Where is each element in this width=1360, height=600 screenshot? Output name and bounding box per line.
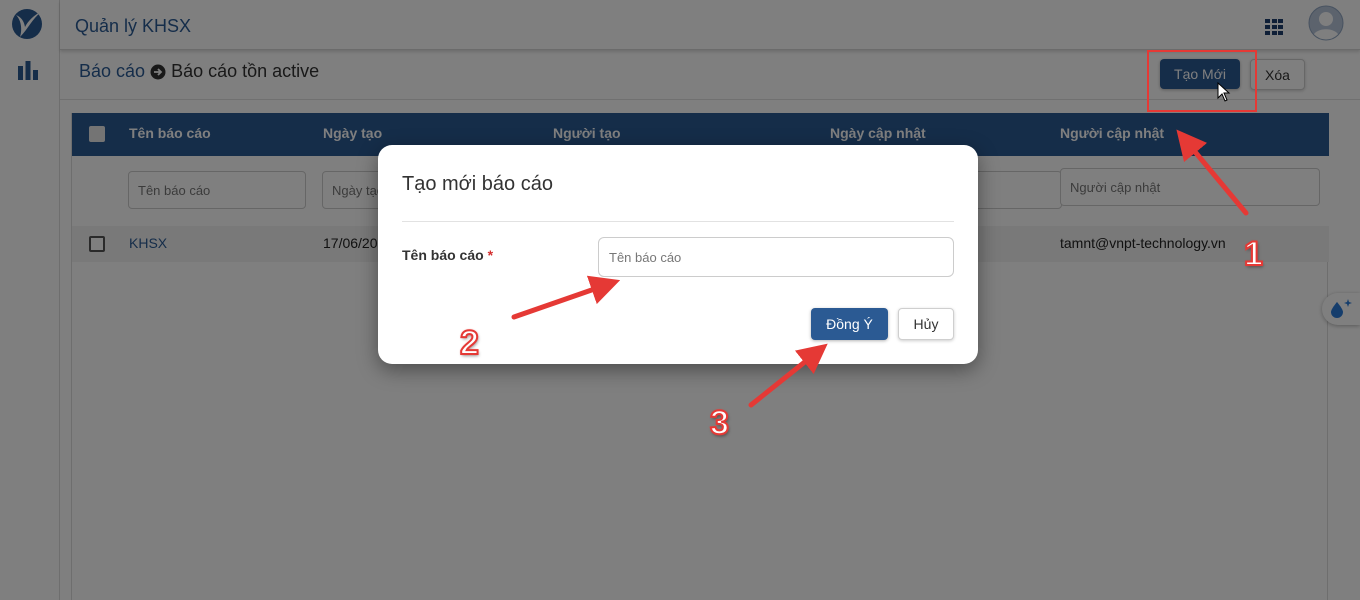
- cancel-button[interactable]: Hủy: [898, 308, 954, 340]
- mouse-cursor-icon: [1217, 82, 1231, 102]
- required-mark: *: [487, 247, 494, 263]
- annotation-step-1: 1: [1243, 234, 1264, 274]
- report-name-label-text: Tên báo cáo: [402, 247, 484, 263]
- annotation-highlight-box: [1147, 50, 1257, 112]
- annotation-step-2: 2: [459, 323, 480, 363]
- report-name-label: Tên báo cáo *: [402, 247, 493, 263]
- report-name-input[interactable]: Tên báo cáo: [598, 237, 954, 277]
- annotation-step-3: 3: [709, 403, 730, 443]
- dialog-title: Tạo mới báo cáo: [402, 173, 553, 195]
- dialog-divider: [402, 221, 954, 222]
- confirm-button[interactable]: Đồng Ý: [811, 308, 888, 340]
